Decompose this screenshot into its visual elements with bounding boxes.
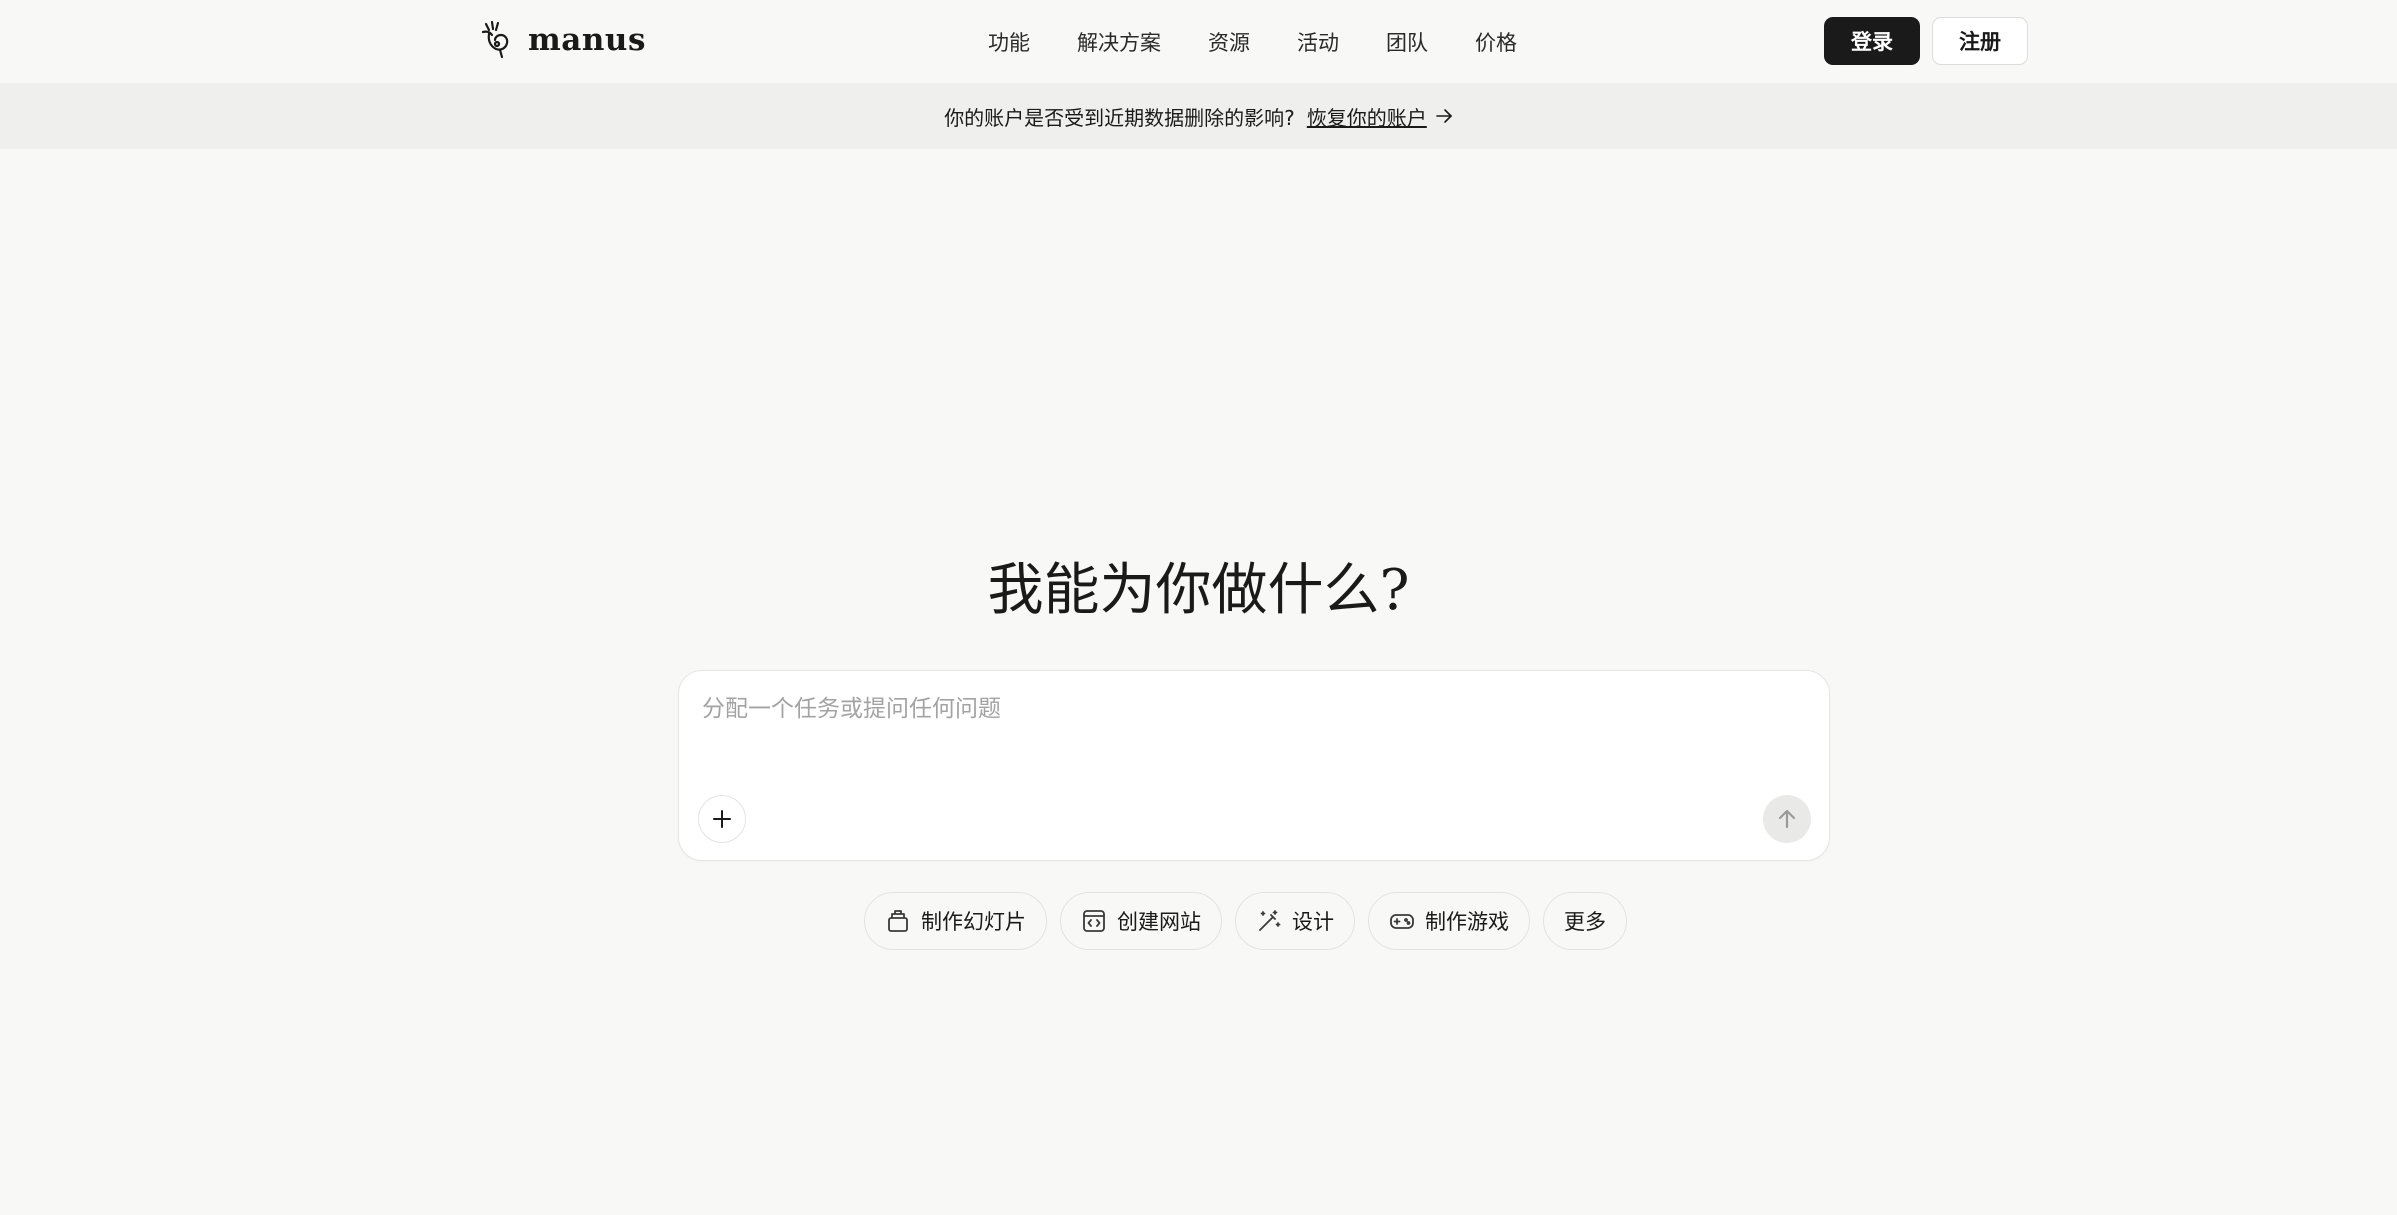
brand-name: manus bbox=[528, 22, 646, 58]
website-code-icon bbox=[1083, 910, 1105, 932]
chip-make-slides[interactable]: 制作幻灯片 bbox=[864, 892, 1047, 950]
task-input[interactable] bbox=[702, 689, 1802, 759]
nav-item-solutions[interactable]: 解决方案 bbox=[1077, 27, 1161, 57]
manus-hand-icon bbox=[481, 20, 509, 59]
gamepad-icon bbox=[1390, 914, 1414, 929]
chip-label: 创建网站 bbox=[1117, 910, 1201, 934]
nav-item-resources[interactable]: 资源 bbox=[1208, 27, 1250, 57]
design-wand-icon bbox=[1259, 910, 1281, 931]
register-button[interactable]: 注册 bbox=[1932, 17, 2028, 65]
login-button[interactable]: 登录 bbox=[1824, 17, 1920, 65]
chip-label: 设计 bbox=[1292, 910, 1334, 934]
nav-item-features[interactable]: 功能 bbox=[988, 27, 1030, 57]
banner-text: 你的账户是否受到近期数据删除的影响? bbox=[944, 105, 1295, 130]
brand-logo[interactable]: manus bbox=[480, 18, 646, 62]
quick-action-chips: 制作幻灯片 创建网站 设计 制作游戏 更多 bbox=[864, 892, 1627, 950]
chip-label: 更多 bbox=[1564, 910, 1606, 934]
nav-item-pricing[interactable]: 价格 bbox=[1475, 27, 1517, 57]
slides-icon bbox=[888, 910, 908, 932]
send-button[interactable] bbox=[1763, 795, 1811, 843]
page-title: 我能为你做什么? bbox=[987, 558, 1410, 623]
page: manus 功能 解决方案 资源 活动 团队 价格 登录 注册 你的账户是否受到… bbox=[0, 0, 2397, 1215]
chip-more[interactable]: 更多 bbox=[1543, 892, 1627, 950]
arrow-up-icon bbox=[1778, 809, 1796, 829]
task-composer bbox=[678, 670, 1830, 861]
plus-icon bbox=[713, 810, 731, 828]
nav-item-team[interactable]: 团队 bbox=[1386, 27, 1428, 57]
account-recovery-banner: 你的账户是否受到近期数据删除的影响? 恢复你的账户 bbox=[0, 83, 2397, 149]
main-nav: 功能 解决方案 资源 活动 团队 价格 bbox=[988, 22, 1517, 62]
arrow-right-icon[interactable] bbox=[1435, 107, 1453, 125]
chip-label: 制作游戏 bbox=[1425, 910, 1509, 934]
chip-label: 制作幻灯片 bbox=[921, 910, 1026, 934]
chip-design[interactable]: 设计 bbox=[1235, 892, 1355, 950]
add-attachment-button[interactable] bbox=[698, 795, 746, 843]
nav-item-events[interactable]: 活动 bbox=[1297, 27, 1339, 57]
chip-make-game[interactable]: 制作游戏 bbox=[1368, 892, 1530, 950]
chip-create-website[interactable]: 创建网站 bbox=[1060, 892, 1222, 950]
recover-account-link[interactable]: 恢复你的账户 bbox=[1307, 102, 1427, 131]
top-header: manus 功能 解决方案 资源 活动 团队 价格 登录 注册 bbox=[0, 0, 2397, 83]
